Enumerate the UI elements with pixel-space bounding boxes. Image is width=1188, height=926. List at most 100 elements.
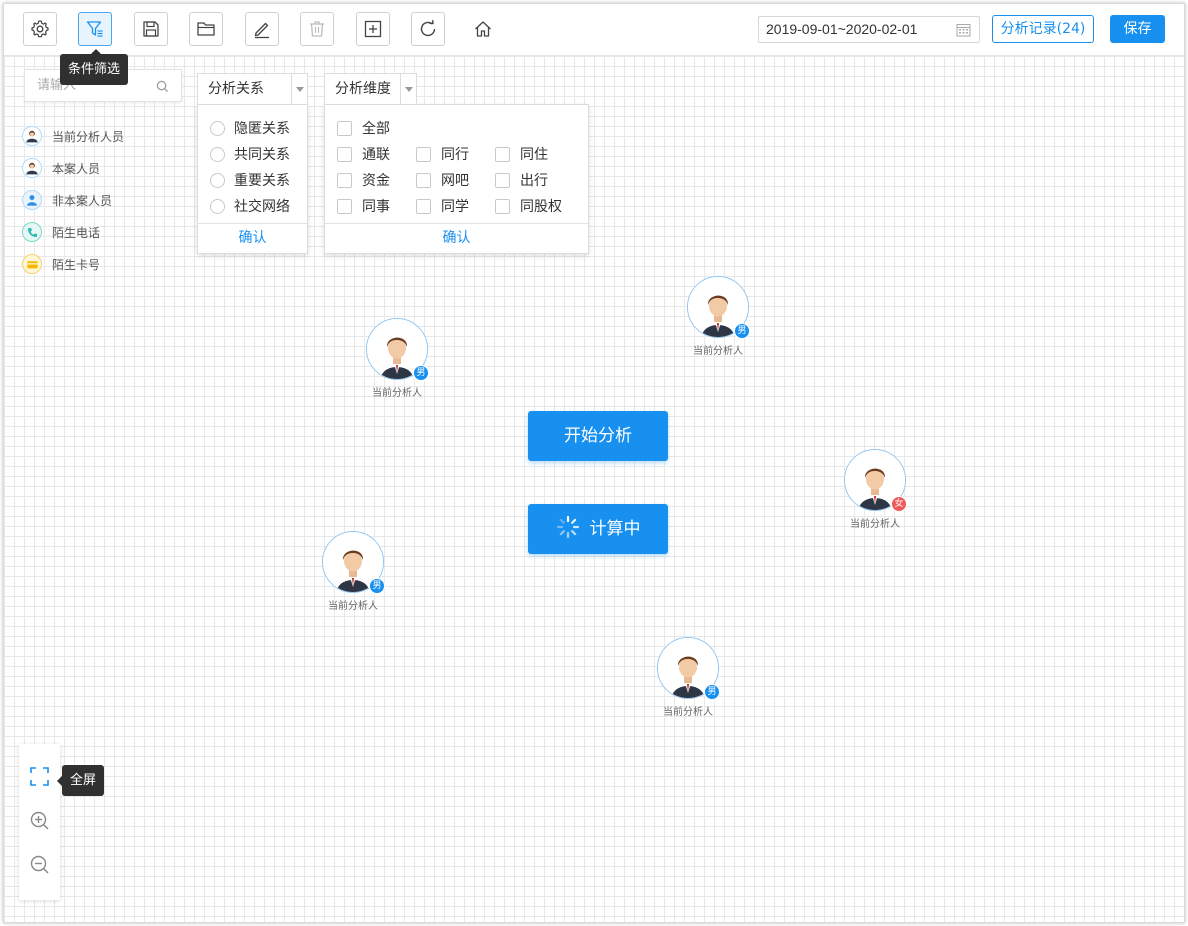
analysis-records-button[interactable]: 分析记录(24) (992, 15, 1094, 43)
dimension-option[interactable]: 出行 (495, 170, 548, 190)
dimension-option[interactable]: 同学 (416, 196, 469, 216)
checkbox[interactable] (416, 146, 431, 162)
checkbox[interactable] (495, 172, 510, 188)
avatar[interactable]: 男 (366, 318, 429, 381)
dimension-option[interactable]: 资金 (337, 170, 390, 190)
gender-badge: 男 (369, 578, 385, 594)
relation-option[interactable]: 重要关系 (210, 170, 290, 190)
zoom-out-icon[interactable] (29, 854, 50, 875)
node-label: 当前分析人 (328, 601, 378, 612)
person-icon (22, 190, 42, 210)
dimension-option[interactable]: 通联 (337, 144, 390, 164)
gear-icon (31, 20, 49, 38)
computing-label: 计算中 (589, 519, 641, 539)
dimension-option[interactable]: 同事 (337, 196, 390, 216)
date-range-text: 2019-09-01~2020-02-01 (766, 21, 918, 37)
relation-option[interactable]: 社交网络 (210, 196, 290, 216)
graph-canvas[interactable]: 当前分析人员 本案人员 非本案人员 陌生电话 (4, 56, 1184, 922)
fullscreen-icon[interactable] (29, 766, 50, 787)
relation-dropdown-panel: 隐匿关系 共同关系 重要关系 社交网络 确认 (197, 104, 308, 254)
person-node[interactable]: 男 当前分析人 (663, 276, 773, 357)
search-icon[interactable] (156, 80, 169, 93)
legend-item-phone: 陌生电话 (22, 216, 124, 248)
person-icon (22, 126, 42, 146)
checkbox[interactable] (495, 146, 510, 162)
fullscreen-tooltip: 全屏 (57, 765, 105, 796)
filter-tooltip: 条件筛选 (60, 49, 129, 85)
refresh-icon (420, 20, 436, 37)
radio[interactable] (210, 172, 225, 188)
person-node[interactable]: 男 当前分析人 (298, 531, 408, 612)
node-label: 当前分析人 (850, 519, 900, 530)
relation-option[interactable]: 隐匿关系 (210, 118, 290, 138)
plus-square-icon (364, 20, 382, 38)
avatar[interactable]: 男 (657, 637, 720, 700)
radio[interactable] (210, 198, 225, 214)
save-button[interactable]: 保存 (1110, 15, 1165, 43)
relation-select[interactable]: 分析关系 (197, 73, 308, 105)
node-label: 当前分析人 (663, 707, 713, 718)
checkbox[interactable] (337, 172, 352, 188)
legend-item-noncase: 非本案人员 (22, 184, 124, 216)
home-icon (475, 21, 491, 37)
date-range-picker[interactable]: 2019-09-01~2020-02-01 (758, 16, 980, 43)
zoom-panel (19, 744, 60, 900)
relation-option[interactable]: 共同关系 (210, 144, 290, 164)
person-node[interactable]: 女 当前分析人 (820, 449, 930, 530)
person-node[interactable]: 男 当前分析人 (342, 318, 452, 399)
person-node[interactable]: 男 当前分析人 (633, 637, 743, 718)
avatar[interactable]: 男 (322, 531, 385, 594)
pencil-icon (254, 22, 269, 39)
computing-button[interactable]: 计算中 (528, 504, 668, 554)
checkbox[interactable] (337, 198, 352, 214)
legend-item-current: 当前分析人员 (22, 120, 124, 152)
home-button[interactable] (466, 12, 500, 46)
dimension-option-all[interactable]: 全部 (337, 118, 390, 138)
loading-spinner-icon (556, 515, 579, 539)
folder-icon (197, 22, 215, 36)
legend-label: 当前分析人员 (52, 129, 125, 144)
radio[interactable] (210, 146, 225, 162)
chevron-down-icon[interactable] (400, 74, 416, 104)
dimension-confirm-button[interactable]: 确认 (325, 223, 588, 253)
checkbox[interactable] (337, 120, 352, 136)
legend-item-card: 陌生卡号 (22, 248, 124, 280)
gender-badge: 男 (734, 323, 750, 339)
save-file-button[interactable] (134, 12, 168, 46)
dimension-option[interactable]: 同股权 (495, 196, 562, 216)
dimension-option[interactable]: 同行 (416, 144, 469, 164)
dimension-option[interactable]: 同住 (495, 144, 548, 164)
checkbox[interactable] (337, 146, 352, 162)
floppy-icon (143, 21, 159, 37)
start-analysis-button[interactable]: 开始分析 (528, 411, 668, 461)
add-button[interactable] (356, 12, 390, 46)
delete-button[interactable] (300, 12, 334, 46)
relation-confirm-button[interactable]: 确认 (198, 223, 307, 253)
edit-button[interactable] (245, 12, 279, 46)
legend-label: 非本案人员 (52, 193, 113, 208)
checkbox[interactable] (416, 198, 431, 214)
zoom-in-icon[interactable] (29, 810, 50, 831)
open-folder-button[interactable] (189, 12, 223, 46)
legend-label: 本案人员 (52, 161, 101, 176)
chevron-down-icon[interactable] (291, 74, 307, 104)
refresh-button[interactable] (411, 12, 445, 46)
gender-badge: 男 (704, 684, 720, 700)
app-window: 当前分析人员 本案人员 非本案人员 陌生电话 (3, 3, 1185, 923)
checkbox[interactable] (416, 172, 431, 188)
avatar[interactable]: 女 (844, 449, 907, 512)
phone-icon (22, 222, 42, 242)
radio[interactable] (210, 120, 225, 136)
card-icon (22, 254, 42, 274)
dimension-dropdown-panel: 全部 通联 同行 同住 资金 网吧 出行 同事 同学 同股权 确认 (324, 104, 589, 254)
checkbox[interactable] (495, 198, 510, 214)
calendar-icon[interactable] (956, 22, 971, 37)
filter-button[interactable] (78, 12, 112, 46)
settings-button[interactable] (23, 12, 57, 46)
avatar[interactable]: 男 (687, 276, 750, 339)
dimension-option[interactable]: 网吧 (416, 170, 469, 190)
toolbar: 2019-09-01~2020-02-01 分析记录(24) 保存 (4, 4, 1184, 56)
dimension-select[interactable]: 分析维度 (324, 73, 417, 105)
node-label: 当前分析人 (372, 388, 422, 399)
gender-badge: 女 (891, 496, 907, 512)
